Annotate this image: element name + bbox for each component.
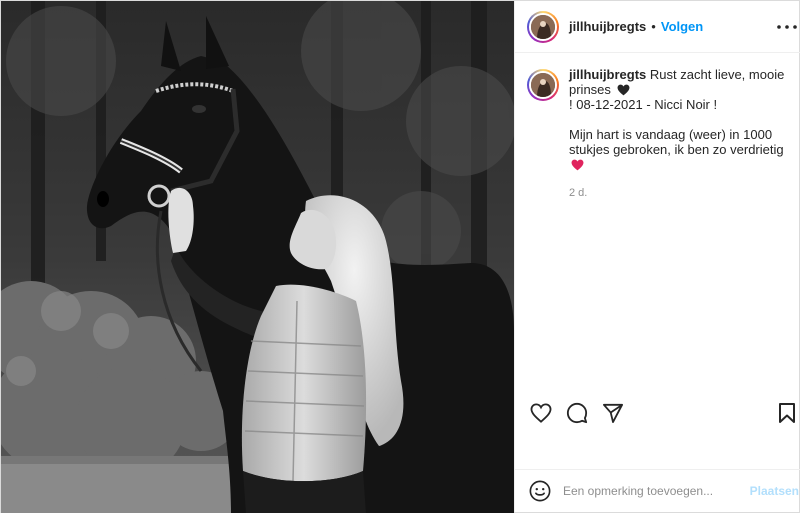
- follow-button[interactable]: Volgen: [661, 19, 703, 34]
- instagram-post-modal: jillhuijbregts • Volgen jillhuijbregts R…: [0, 0, 800, 513]
- horse-and-rider-photo: [1, 1, 514, 513]
- caption-line-3: Mijn hart is vandaag (weer) in 1000 stuk…: [569, 127, 784, 157]
- avatar-image: [531, 73, 555, 97]
- caption-avatar[interactable]: [527, 69, 559, 101]
- add-comment-bar: Plaatsen: [515, 470, 800, 512]
- post-comment-button[interactable]: Plaatsen: [750, 484, 799, 498]
- bookmark-icon[interactable]: [773, 399, 800, 427]
- header-username[interactable]: jillhuijbregts: [569, 19, 646, 34]
- header-separator: •: [651, 19, 656, 34]
- post-side-panel: jillhuijbregts • Volgen jillhuijbregts R…: [514, 1, 800, 512]
- post-timestamp[interactable]: 2 d.: [569, 186, 799, 201]
- post-header: jillhuijbregts • Volgen: [515, 1, 800, 53]
- comment-bubble-icon[interactable]: [563, 399, 591, 427]
- avatar-image: [531, 14, 555, 39]
- more-dots-icon[interactable]: [775, 15, 799, 39]
- caption-line-2: ! 08-12-2021 - Nicci Noir !: [569, 97, 718, 112]
- action-bar: [515, 392, 800, 434]
- red-heart-emoji: [571, 159, 584, 171]
- smiley-icon[interactable]: [527, 478, 553, 504]
- avatar[interactable]: [527, 10, 559, 43]
- caption-text: jillhuijbregts Rust zacht lieve, mooie p…: [569, 67, 799, 201]
- likes-area: [515, 434, 800, 470]
- post-photo[interactable]: [1, 1, 514, 513]
- black-heart-emoji: [617, 84, 630, 96]
- comment-input[interactable]: [563, 484, 750, 498]
- paper-plane-icon[interactable]: [599, 399, 627, 427]
- comments-section: jillhuijbregts Rust zacht lieve, mooie p…: [515, 53, 800, 392]
- heart-icon[interactable]: [527, 399, 555, 427]
- caption-username[interactable]: jillhuijbregts: [569, 67, 646, 82]
- post-caption: jillhuijbregts Rust zacht lieve, mooie p…: [527, 67, 799, 201]
